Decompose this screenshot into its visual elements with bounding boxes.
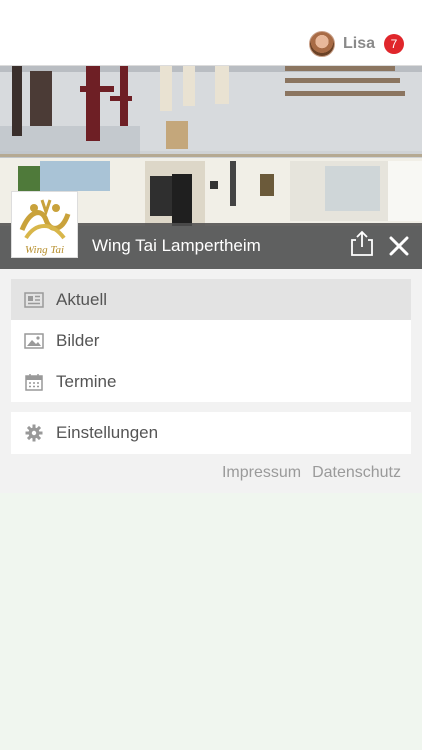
menu-item-label: Einstellungen bbox=[56, 422, 159, 442]
menu-item-aktuell[interactable]: Aktuell bbox=[11, 279, 411, 320]
impressum-link[interactable]: Impressum bbox=[222, 464, 301, 482]
newspaper-icon bbox=[24, 290, 44, 310]
top-bar: Lisa 7 bbox=[0, 0, 422, 66]
club-logo: Wing Tai bbox=[11, 191, 78, 258]
share-icon[interactable] bbox=[350, 230, 374, 256]
notification-badge[interactable]: 7 bbox=[384, 34, 404, 54]
calendar-icon bbox=[24, 372, 44, 392]
user-menu[interactable]: Lisa 7 bbox=[308, 30, 404, 58]
club-name: Wing Tai Lampertheim bbox=[92, 236, 261, 255]
menu-group-primary: Aktuell Bilder Termine bbox=[11, 279, 411, 402]
menu-item-bilder[interactable]: Bilder bbox=[11, 320, 411, 361]
menu-item-termine[interactable]: Termine bbox=[11, 361, 411, 402]
menu-group-secondary: Einstellungen bbox=[11, 412, 411, 454]
user-avatar[interactable] bbox=[308, 31, 335, 57]
menu-item-label: Aktuell bbox=[56, 289, 108, 309]
club-header: Wing Tai Wing Tai Lampertheim bbox=[0, 66, 422, 269]
image-icon bbox=[24, 331, 44, 351]
close-icon[interactable] bbox=[388, 235, 410, 257]
menu-item-label: Bilder bbox=[56, 330, 100, 350]
user-name[interactable]: Lisa bbox=[343, 35, 375, 53]
side-menu: Aktuell Bilder Termine Einstellungen Imp… bbox=[0, 269, 422, 493]
menu-item-label: Termine bbox=[56, 371, 117, 391]
menu-item-einstellungen[interactable]: Einstellungen bbox=[11, 412, 411, 453]
footer-links: Impressum Datenschutz bbox=[222, 464, 401, 482]
logo-text: Wing Tai bbox=[25, 244, 64, 256]
gear-icon bbox=[24, 423, 44, 443]
datenschutz-link[interactable]: Datenschutz bbox=[312, 464, 401, 482]
